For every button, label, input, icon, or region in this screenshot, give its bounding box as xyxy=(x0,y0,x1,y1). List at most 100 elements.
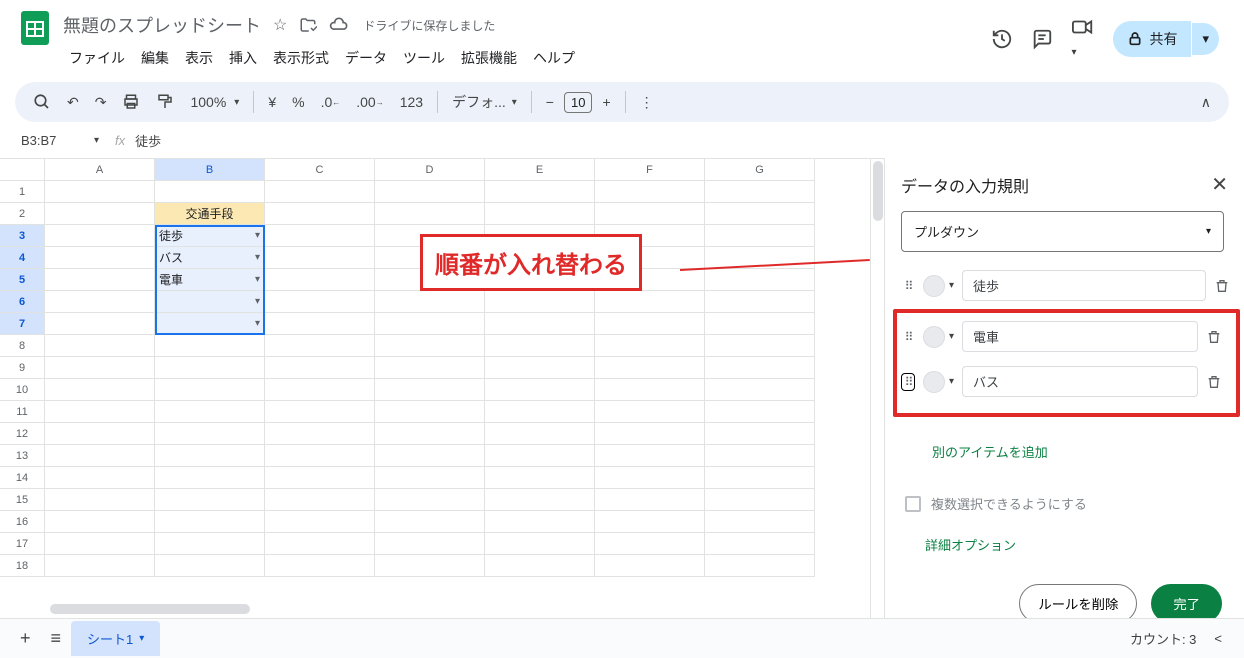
cell[interactable] xyxy=(155,555,265,577)
row-header[interactable]: 2 xyxy=(0,203,45,225)
menu-format[interactable]: 表示形式 xyxy=(267,44,335,72)
cell[interactable] xyxy=(595,489,705,511)
cell[interactable] xyxy=(485,489,595,511)
cell[interactable] xyxy=(155,181,265,203)
column-header[interactable]: A xyxy=(45,159,155,181)
cell[interactable] xyxy=(45,203,155,225)
cell[interactable] xyxy=(595,445,705,467)
row-header[interactable]: 10 xyxy=(0,379,45,401)
drag-handle-icon[interactable]: ⠿ xyxy=(901,334,915,340)
share-button[interactable]: 共有 xyxy=(1113,21,1191,57)
cell[interactable] xyxy=(265,181,375,203)
meet-icon[interactable]: ▾ xyxy=(1071,16,1095,61)
cell[interactable] xyxy=(485,291,595,313)
doc-title[interactable]: 無題のスプレッドシート xyxy=(63,12,261,38)
cell[interactable] xyxy=(705,379,815,401)
cell[interactable] xyxy=(375,379,485,401)
row-header[interactable]: 3 xyxy=(0,225,45,247)
column-header[interactable]: F xyxy=(595,159,705,181)
cell[interactable] xyxy=(705,533,815,555)
column-header[interactable]: E xyxy=(485,159,595,181)
menu-view[interactable]: 表示 xyxy=(179,44,219,72)
percent-icon[interactable]: % xyxy=(286,88,310,116)
cell[interactable] xyxy=(265,291,375,313)
column-header[interactable]: C xyxy=(265,159,375,181)
cell[interactable] xyxy=(595,313,705,335)
cell[interactable] xyxy=(595,379,705,401)
row-header[interactable]: 4 xyxy=(0,247,45,269)
column-header[interactable]: G xyxy=(705,159,815,181)
cell[interactable] xyxy=(45,357,155,379)
cell[interactable] xyxy=(705,313,815,335)
cell[interactable] xyxy=(265,269,375,291)
cell[interactable] xyxy=(265,225,375,247)
cell[interactable] xyxy=(595,401,705,423)
cell[interactable] xyxy=(485,511,595,533)
cell[interactable] xyxy=(375,489,485,511)
delete-icon[interactable] xyxy=(1206,329,1226,345)
cell[interactable] xyxy=(155,357,265,379)
cell[interactable] xyxy=(485,555,595,577)
row-header[interactable]: 17 xyxy=(0,533,45,555)
cell[interactable] xyxy=(265,335,375,357)
cell[interactable] xyxy=(595,423,705,445)
cell[interactable] xyxy=(155,489,265,511)
cell[interactable] xyxy=(375,357,485,379)
cell[interactable] xyxy=(265,533,375,555)
cell[interactable] xyxy=(375,511,485,533)
cell[interactable] xyxy=(265,489,375,511)
cell[interactable] xyxy=(595,511,705,533)
cell[interactable] xyxy=(595,335,705,357)
cell[interactable] xyxy=(45,423,155,445)
comment-icon[interactable] xyxy=(1031,28,1053,50)
cell[interactable] xyxy=(485,401,595,423)
row-header[interactable]: 1 xyxy=(0,181,45,203)
row-header[interactable]: 14 xyxy=(0,467,45,489)
row-header[interactable]: 11 xyxy=(0,401,45,423)
cell[interactable] xyxy=(155,335,265,357)
more-icon[interactable]: ⋮ xyxy=(634,88,660,117)
cell[interactable] xyxy=(45,335,155,357)
cell[interactable] xyxy=(485,203,595,225)
font-size-decrease[interactable]: − xyxy=(540,88,560,116)
font-select[interactable]: デフォ... ▾ xyxy=(446,86,523,118)
row-header[interactable]: 13 xyxy=(0,445,45,467)
cell[interactable] xyxy=(705,291,815,313)
cell[interactable] xyxy=(45,401,155,423)
cell[interactable] xyxy=(705,401,815,423)
cell[interactable]: ▾ xyxy=(155,291,265,313)
cell[interactable] xyxy=(45,533,155,555)
cell[interactable] xyxy=(705,489,815,511)
cell[interactable] xyxy=(705,357,815,379)
cell[interactable] xyxy=(595,357,705,379)
explore-icon[interactable]: < xyxy=(1214,631,1222,646)
move-icon[interactable] xyxy=(299,16,317,34)
font-size-increase[interactable]: + xyxy=(596,88,616,116)
star-icon[interactable]: ☆ xyxy=(273,15,287,35)
cell[interactable] xyxy=(705,511,815,533)
cell[interactable] xyxy=(485,357,595,379)
cell[interactable] xyxy=(45,291,155,313)
cell[interactable] xyxy=(595,291,705,313)
column-header[interactable]: B xyxy=(155,159,265,181)
cell[interactable] xyxy=(705,225,815,247)
add-item-button[interactable]: 別のアイテムを追加 xyxy=(915,431,1065,472)
cell[interactable] xyxy=(45,247,155,269)
cell[interactable] xyxy=(485,445,595,467)
cell[interactable] xyxy=(705,555,815,577)
cell[interactable] xyxy=(265,555,375,577)
column-header[interactable]: D xyxy=(375,159,485,181)
cell[interactable] xyxy=(265,445,375,467)
undo-icon[interactable]: ↶ xyxy=(61,88,85,117)
all-sheets-icon[interactable]: ≡ xyxy=(41,620,72,657)
menu-extensions[interactable]: 拡張機能 xyxy=(455,44,523,72)
font-size-input[interactable]: 10 xyxy=(564,92,592,113)
cell[interactable] xyxy=(485,335,595,357)
cell[interactable] xyxy=(705,445,815,467)
row-header[interactable]: 8 xyxy=(0,335,45,357)
zoom-select[interactable]: 100% ▾ xyxy=(184,88,245,116)
cell[interactable] xyxy=(155,401,265,423)
cell[interactable] xyxy=(485,181,595,203)
cell[interactable] xyxy=(265,379,375,401)
cell[interactable] xyxy=(45,511,155,533)
